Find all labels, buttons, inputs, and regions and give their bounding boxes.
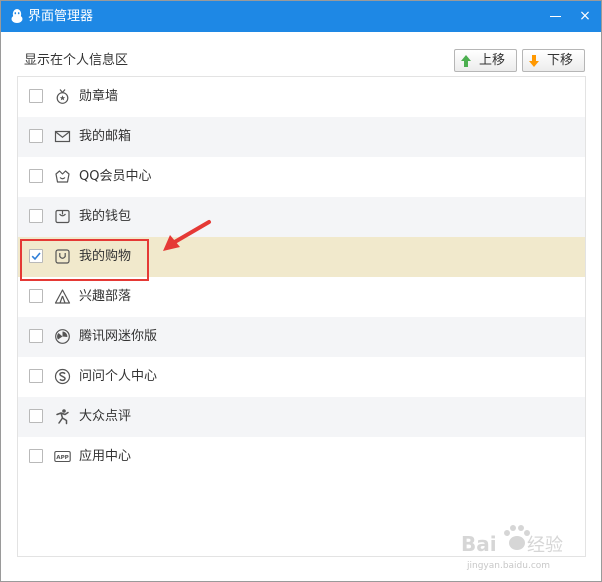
move-up-label: 上移 [479,53,506,68]
baidu-jingyan-watermark: Bai 经验 [461,525,563,556]
checkbox[interactable] [29,129,43,143]
shopping-bag-icon [55,249,70,264]
checkbox[interactable] [29,169,43,183]
list-item-tencent-mini[interactable]: 腾讯网迷你版 [18,317,585,357]
checkbox[interactable] [29,89,43,103]
minimize-button[interactable] [546,7,564,25]
list-item-label: 我的邮箱 [79,129,132,144]
list-item-label: 腾讯网迷你版 [79,329,158,344]
person-running-icon [56,409,69,425]
wallet-icon [55,209,70,224]
checkbox[interactable] [29,369,43,383]
mail-icon [54,130,71,143]
list-item-label: 大众点评 [79,409,132,424]
interface-manager-window: 界面管理器 × 显示在个人信息区 上移 下移 勋章墙 我的邮箱 QQ会员中心 我… [0,0,602,582]
list-item-label: 兴趣部落 [79,289,132,304]
list-item-qq-vip-center[interactable]: QQ会员中心 [18,157,585,197]
checkbox[interactable] [29,449,43,463]
list-item-my-shopping[interactable]: 我的购物 [18,237,585,277]
crown-icon [55,170,70,183]
arrow-up-icon [461,55,471,67]
move-up-button[interactable]: 上移 [454,49,517,72]
section-label: 显示在个人信息区 [24,53,129,68]
watermark-url: jingyan.baidu.com [467,561,551,571]
list-item-label: 我的钱包 [79,209,132,224]
list-item-medal-wall[interactable]: 勋章墙 [18,77,585,117]
checkbox-checked[interactable] [29,249,43,263]
item-list: 勋章墙 我的邮箱 QQ会员中心 我的钱包 我的购物 兴趣部落 腾讯网迷你版 问问… [17,76,586,557]
arrow-down-icon [529,55,539,67]
compass-icon [55,329,70,344]
close-button[interactable]: × [576,7,594,25]
list-item-dianping[interactable]: 大众点评 [18,397,585,437]
list-item-label: 勋章墙 [79,89,119,104]
list-item-label: 我的购物 [79,249,132,264]
s-circle-icon [54,368,71,385]
list-item-app-center[interactable]: APP 应用中心 [18,437,585,477]
svg-text:APP: APP [56,455,69,461]
svg-text:Bai: Bai [461,532,497,556]
close-icon: × [579,8,591,24]
qq-penguin-icon [11,9,23,23]
title-bar[interactable]: 界面管理器 × [1,1,601,32]
list-item-my-mailbox[interactable]: 我的邮箱 [18,117,585,157]
medal-icon [56,89,69,104]
checkbox[interactable] [29,409,43,423]
checkbox[interactable] [29,329,43,343]
list-item-interest-tribe[interactable]: 兴趣部落 [18,277,585,317]
window-title: 界面管理器 [28,9,94,24]
list-item-my-wallet[interactable]: 我的钱包 [18,197,585,237]
tent-icon [54,289,71,304]
checkmark-icon [31,252,41,261]
checkbox[interactable] [29,209,43,223]
annotation-arrow-icon [163,220,211,251]
move-down-label: 下移 [547,53,574,68]
list-item-label: QQ会员中心 [79,169,152,184]
list-item-label: 问问个人中心 [79,369,158,384]
list-item-wenwen-center[interactable]: 问问个人中心 [18,357,585,397]
minimize-icon [549,16,561,17]
move-down-button[interactable]: 下移 [522,49,585,72]
list-item-label: 应用中心 [79,449,132,464]
checkbox[interactable] [29,289,43,303]
app-icon: APP [54,450,71,463]
svg-text:经验: 经验 [527,535,563,556]
